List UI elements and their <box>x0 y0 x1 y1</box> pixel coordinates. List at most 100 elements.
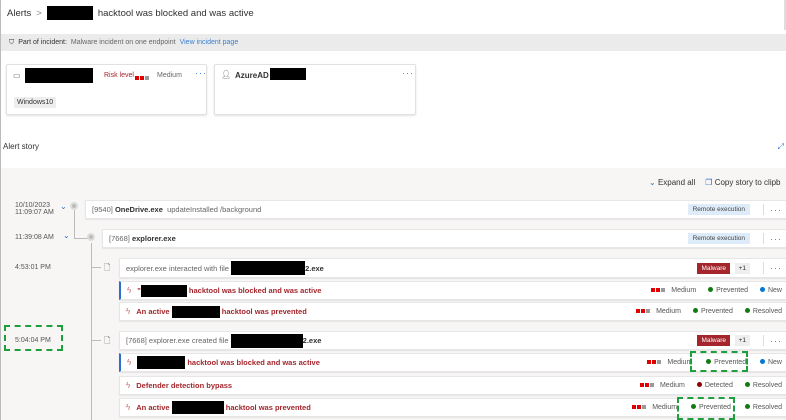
incident-name: Malware incident on one endpoint <box>70 39 176 46</box>
alert-status: New <box>767 359 782 366</box>
alert-bolt-icon: ϟ <box>126 403 131 412</box>
user-card[interactable]: 👤︎ AzureAD ··· <box>214 64 416 115</box>
tree-line <box>91 243 92 420</box>
severity: Medium <box>667 359 693 366</box>
event-text: explorer.exe interacted with file <box>126 263 229 273</box>
chevron-down-icon[interactable]: ⌄ <box>60 202 67 211</box>
severity-icon <box>647 359 662 366</box>
more-icon[interactable]: ··· <box>195 68 207 78</box>
redacted <box>137 356 186 369</box>
redacted <box>230 333 303 348</box>
alert-status: Resolved <box>752 382 782 389</box>
more-icon[interactable]: ··· <box>770 263 782 273</box>
highlight-box <box>690 351 748 372</box>
alert-title: hacktool was prevented <box>225 403 311 412</box>
redacted <box>171 401 224 414</box>
process-name: explorer.exe <box>131 234 176 243</box>
incident-bar: ⛉ Part of incident: Malware incident on … <box>1 34 786 51</box>
remote-execution-tag: Remote execution <box>687 204 750 215</box>
detection-status: Prevented <box>700 308 733 315</box>
process-node-icon <box>87 233 95 241</box>
severity-icon <box>639 382 655 389</box>
alert-prefix: An active <box>136 307 170 316</box>
risk-label: Risk level <box>104 72 134 79</box>
malware-tag: Malware <box>697 335 730 346</box>
chevron-right-icon: > <box>36 7 42 19</box>
alert-title: hacktool was blocked and was active <box>188 286 322 295</box>
tree-line <box>74 238 88 239</box>
redacted <box>46 6 93 20</box>
breadcrumb: Alerts > hacktool was blocked and was ac… <box>7 6 254 20</box>
alert-title: hacktool was prevented <box>221 307 307 316</box>
more-icon[interactable]: ··· <box>770 205 782 215</box>
story-toolbar: ⌄ Expand all ❐ Copy story to clipb <box>649 178 781 187</box>
alert-title: hacktool was blocked and was active <box>187 358 320 367</box>
file-suffix: 2.exe <box>305 263 324 273</box>
more-icon[interactable]: ··· <box>770 336 782 346</box>
severity-icon <box>135 73 150 82</box>
pid: [7668] <box>109 234 130 243</box>
file-event-row[interactable]: [7668] explorer.exe created file 2.exe M… <box>119 331 786 350</box>
alert-title: Defender detection bypass <box>136 381 233 390</box>
alert-bolt-icon: ϟ <box>127 286 132 295</box>
process-row[interactable]: [7668] explorer.exe Remote execution ··· <box>102 229 786 248</box>
alert-bolt-icon: ϟ <box>126 381 131 390</box>
alert-row[interactable]: ϟ Defender detection bypass Medium Detect… <box>119 376 786 395</box>
copy-story-label: Copy story to clipb <box>714 178 781 187</box>
file-icon: 🗋︎ <box>104 336 111 345</box>
remote-execution-tag: Remote execution <box>687 233 750 244</box>
severity-icon <box>636 308 651 315</box>
copy-icon: ❐ <box>705 178 713 187</box>
laptop-icon: ▭ <box>13 71 21 80</box>
tree-line <box>74 210 75 238</box>
device-card[interactable]: ▭ Risk level Medium ··· Windows10 <box>6 64 207 115</box>
redacted <box>140 284 187 297</box>
tree-line <box>91 267 101 268</box>
severity: Medium <box>671 287 697 294</box>
severity: Medium <box>652 404 678 411</box>
severity: Medium <box>659 382 685 389</box>
tree-line <box>91 340 101 341</box>
more-icon[interactable]: ··· <box>770 234 782 244</box>
redacted-user <box>270 68 306 80</box>
alert-meta: Medium Prevented Resolved <box>636 308 782 315</box>
alert-row[interactable]: ϟ An active hacktool was prevented Medium… <box>119 302 786 321</box>
event-text: [7668] explorer.exe created file <box>126 336 229 345</box>
alert-bolt-icon: ϟ <box>126 307 131 316</box>
alert-status: New <box>767 287 782 294</box>
alert-meta: Medium Detected Resolved <box>639 382 782 389</box>
severity-icon <box>651 287 666 294</box>
process-row[interactable]: [9540] OneDrive.exe updateInstalled /bac… <box>85 200 786 219</box>
detection-status: Detected <box>704 382 733 389</box>
view-incident-link[interactable]: View incident page <box>180 39 239 46</box>
page-title: hacktool was blocked and was active <box>97 7 254 19</box>
malware-tag: Malware <box>697 262 730 274</box>
highlight-box <box>4 325 63 351</box>
process-name: OneDrive.exe <box>114 205 163 214</box>
breadcrumb-alerts[interactable]: Alerts <box>7 8 31 19</box>
alert-status: Resolved <box>752 308 782 315</box>
chevron-down-icon: ⌄ <box>649 178 656 187</box>
user-icon: 👤︎ <box>221 70 232 79</box>
alert-bolt-icon: ϟ <box>127 358 132 367</box>
process-node-icon <box>70 202 78 210</box>
chevron-down-icon[interactable]: ⌄ <box>63 231 70 240</box>
more-tags[interactable]: +1 <box>734 335 750 346</box>
more-icon[interactable]: ··· <box>402 68 414 78</box>
timestamp: 4:53:01 PM <box>15 264 51 271</box>
incident-label: Part of incident: <box>18 39 67 46</box>
redacted <box>171 305 220 318</box>
file-event-row[interactable]: explorer.exe interacted with file 2.exe … <box>119 258 786 278</box>
detection-status: Prevented <box>716 287 749 294</box>
highlight-box <box>677 397 735 420</box>
risk-value: Medium <box>157 72 182 79</box>
expand-icon[interactable]: ⤢ <box>778 142 784 152</box>
alert-meta: Medium Prevented New <box>651 287 782 294</box>
more-tags[interactable]: +1 <box>734 262 750 274</box>
shield-icon: ⛉ <box>9 38 15 46</box>
copy-story-button[interactable]: ❐ Copy story to clipb <box>705 178 780 187</box>
user-name: AzureAD <box>235 71 269 80</box>
alert-row[interactable]: ϟ " hacktool was blocked and was active M… <box>119 281 786 300</box>
expand-all-button[interactable]: ⌄ Expand all <box>649 178 695 187</box>
alert-row[interactable]: ϟ hacktool was blocked and was active Me… <box>119 353 786 372</box>
